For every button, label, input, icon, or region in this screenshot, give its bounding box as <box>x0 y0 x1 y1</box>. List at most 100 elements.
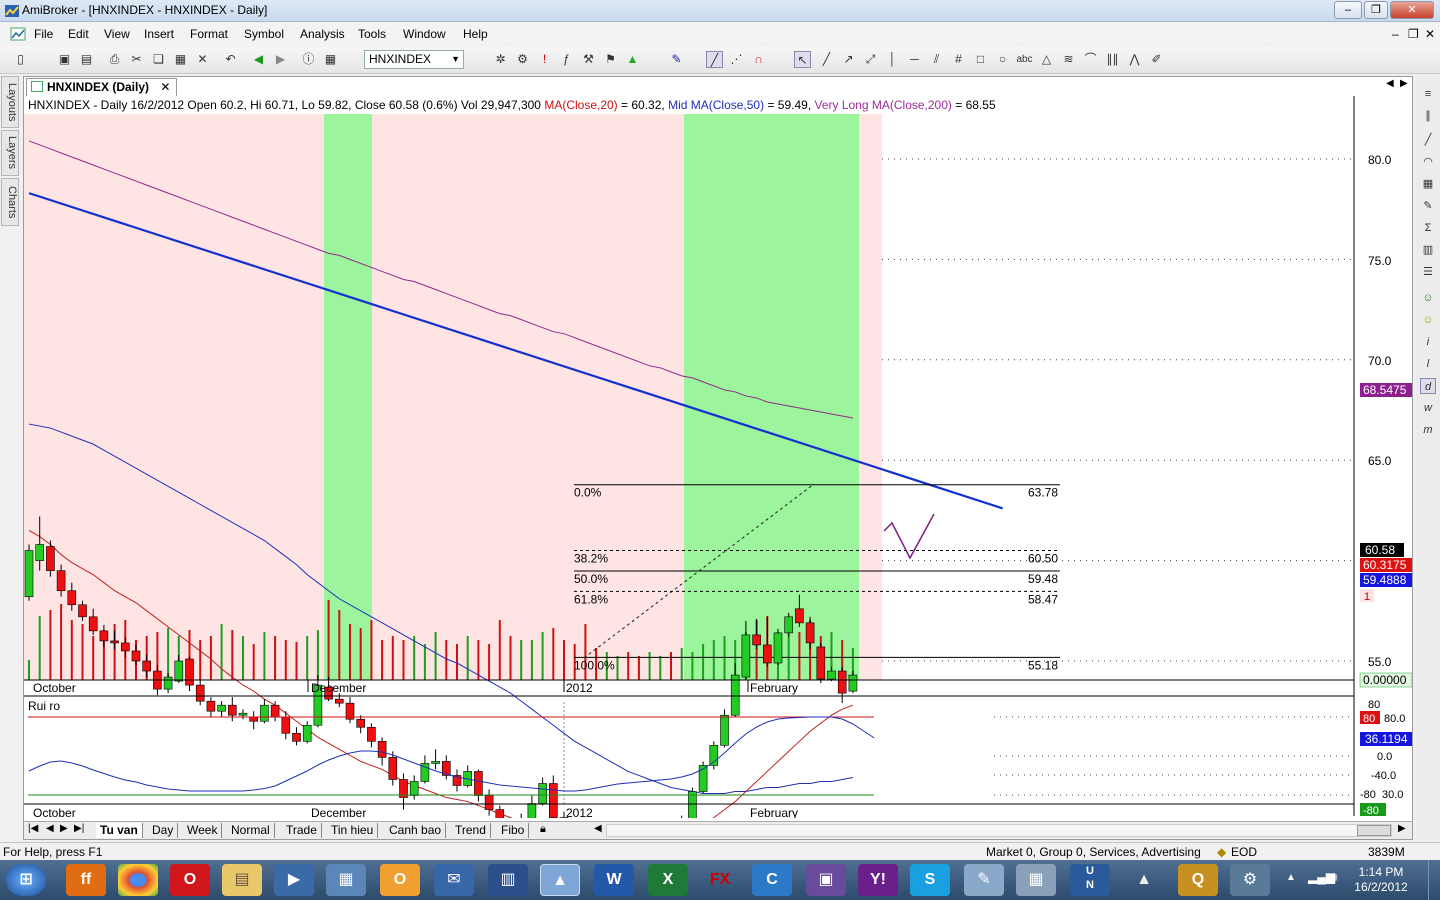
italic-w-icon[interactable]: w <box>1420 400 1436 416</box>
delete-icon[interactable]: ✕ <box>194 51 211 68</box>
menu-format[interactable]: Format <box>190 27 228 41</box>
formula-icon[interactable]: ƒ <box>558 51 575 68</box>
sheet-tab-tin-hieu[interactable]: Tin hieu <box>327 823 379 838</box>
ellipse-icon[interactable]: ○ <box>994 51 1011 68</box>
sheet-tab-week[interactable]: Week <box>183 823 223 838</box>
new-file-icon[interactable]: ▯ <box>12 51 29 68</box>
side-tab-layers[interactable]: Layers <box>1 130 19 176</box>
line-width-icon[interactable]: ╱ <box>706 51 723 68</box>
alert-icon[interactable]: ! <box>536 51 553 68</box>
sheet-tab-fibo[interactable]: Fibo <box>497 823 530 838</box>
doc-restore-button[interactable]: ❐ <box>1408 27 1419 41</box>
sheet-tab-day[interactable]: Day <box>148 823 179 838</box>
thunderbird-icon[interactable]: ✉ <box>434 864 474 896</box>
tray-volume-icon[interactable]: 🔊︎ <box>1330 870 1338 885</box>
refresh-app-icon[interactable]: C <box>752 864 792 896</box>
close-icon[interactable]: ✕ <box>160 80 170 94</box>
fibonacci-icon[interactable]: ≋ <box>1060 51 1077 68</box>
firefox-icon[interactable]: ff <box>66 864 106 896</box>
chart-doc-tab[interactable]: HNXINDEX (Daily) ✕ <box>26 78 178 96</box>
lock-icon[interactable]: 🔒︎ <box>540 823 546 836</box>
search-app-icon[interactable]: Q <box>1178 864 1218 896</box>
outlook-icon[interactable]: O <box>380 864 420 896</box>
unikey-icon[interactable]: UN <box>1070 864 1110 896</box>
taskbar-clock[interactable]: 1:14 PM 16/2/2012 <box>1346 865 1416 895</box>
trend-line-icon[interactable]: ╱ <box>818 51 835 68</box>
sheet-tab-canh-bao[interactable]: Canh bao <box>385 823 447 838</box>
chart-app-icon[interactable]: ▥ <box>488 864 528 896</box>
sheet-tab-trade[interactable]: Trade <box>282 823 322 838</box>
save-icon[interactable]: ▣ <box>56 51 73 68</box>
monitor-app-icon[interactable]: ▣ <box>806 864 846 896</box>
sheet-tab-trend[interactable]: Trend <box>451 823 491 838</box>
calculator-icon[interactable]: ▦ <box>1016 864 1056 896</box>
magnet-icon[interactable]: ∩ <box>750 51 767 68</box>
text-icon[interactable]: abc <box>1016 51 1033 68</box>
list-icon[interactable]: ☰ <box>1420 264 1436 280</box>
menu-symbol[interactable]: Symbol <box>244 27 284 41</box>
calendar-icon[interactable]: ▦ <box>322 51 339 68</box>
pencil-icon[interactable]: ✐ <box>1148 51 1165 68</box>
fx-icon[interactable]: FX <box>700 864 740 896</box>
projection-zigzag[interactable] <box>883 513 935 560</box>
side-tab-layouts[interactable]: Layouts <box>1 76 19 128</box>
word-icon[interactable]: W <box>594 864 634 896</box>
scroll-left-icon[interactable]: ◀ <box>594 823 602 834</box>
undo-icon[interactable]: ↶ <box>222 51 239 68</box>
dotted-line-icon[interactable]: ⋰ <box>728 51 745 68</box>
amibroker-task-icon[interactable]: ▲ <box>540 864 580 896</box>
chrome-icon[interactable] <box>118 864 158 896</box>
forward-icon[interactable]: ▶ <box>272 51 289 68</box>
bars-icon[interactable]: ∥ <box>1420 108 1436 124</box>
opera-icon[interactable]: O <box>170 864 210 896</box>
explorer-folder-icon[interactable]: ▤ <box>222 864 262 896</box>
italic-l-icon[interactable]: l <box>1420 356 1436 372</box>
vertical-line-icon[interactable]: │ <box>884 51 901 68</box>
side-tab-charts[interactable]: Charts <box>1 178 19 226</box>
print-icon[interactable]: ⎙ <box>106 51 123 68</box>
columns-icon[interactable]: ▥ <box>1420 242 1436 258</box>
menu-lines-icon[interactable]: ≡ <box>1420 86 1436 102</box>
tray-arrow-icon[interactable]: ▲ <box>1286 872 1296 883</box>
scan-icon[interactable]: ⚙ <box>514 51 531 68</box>
doc-close-button[interactable]: ✕ <box>1425 27 1435 41</box>
price-chart[interactable]: 0.0% 63.78 38.2% 60.50 50.0% 59.48 61.8% 58.47 1… <box>24 96 1412 818</box>
smile-yellow-icon[interactable]: ☺ <box>1420 312 1436 328</box>
pencil-tool-icon[interactable]: ✎ <box>1420 198 1436 214</box>
wand-icon[interactable]: ⚒ <box>580 51 597 68</box>
next-sheet-icon[interactable]: ▶ <box>60 823 68 834</box>
skype-icon[interactable]: S <box>910 864 950 896</box>
arc-icon[interactable]: ⌒ <box>1082 51 1099 68</box>
arc-tool-icon[interactable]: ◠ <box>1420 154 1436 170</box>
rectangle-icon[interactable]: □ <box>972 51 989 68</box>
media-player-icon[interactable]: ▶ <box>274 864 314 896</box>
sheet-tab-normal[interactable]: Normal <box>227 823 275 838</box>
grid-icon[interactable]: ▦ <box>1420 176 1436 192</box>
horizontal-scrollbar[interactable] <box>606 824 1392 837</box>
menu-edit[interactable]: Edit <box>68 27 89 41</box>
prev-sheet-icon[interactable]: ◀ <box>46 823 54 834</box>
sigma-icon[interactable]: Σ <box>1420 220 1436 236</box>
sun-icon[interactable]: ✲ <box>492 51 509 68</box>
scrollbar-thumb[interactable] <box>1357 825 1391 836</box>
channel-icon[interactable]: # <box>950 51 967 68</box>
maximize-button[interactable]: ❐ <box>1364 1 1388 19</box>
italic-m-icon[interactable]: m <box>1420 422 1436 438</box>
italic-d-icon[interactable]: d <box>1420 378 1436 394</box>
smile-green-icon[interactable]: ☺ <box>1420 290 1436 306</box>
network-icon[interactable]: ▦ <box>326 864 366 896</box>
info-icon[interactable]: ⓘ <box>300 51 317 68</box>
italic-i-icon[interactable]: i <box>1420 334 1436 350</box>
doc-minimize-button[interactable]: – <box>1392 27 1399 41</box>
parallel-lines-icon[interactable]: ⫽ <box>928 51 945 68</box>
menu-window[interactable]: Window <box>403 27 446 41</box>
triangle-icon[interactable]: △ <box>1038 51 1055 68</box>
paste-icon[interactable]: ▦ <box>172 51 189 68</box>
cut-icon[interactable]: ✂ <box>128 51 145 68</box>
start-button-icon[interactable]: ⊞ <box>6 864 46 896</box>
select-arrow-icon[interactable]: ↖ <box>794 51 811 68</box>
horizontal-line-icon[interactable]: ─ <box>906 51 923 68</box>
menu-tools[interactable]: Tools <box>358 27 386 41</box>
copy-icon[interactable]: ❏ <box>150 51 167 68</box>
minimize-button[interactable]: – <box>1334 1 1362 19</box>
